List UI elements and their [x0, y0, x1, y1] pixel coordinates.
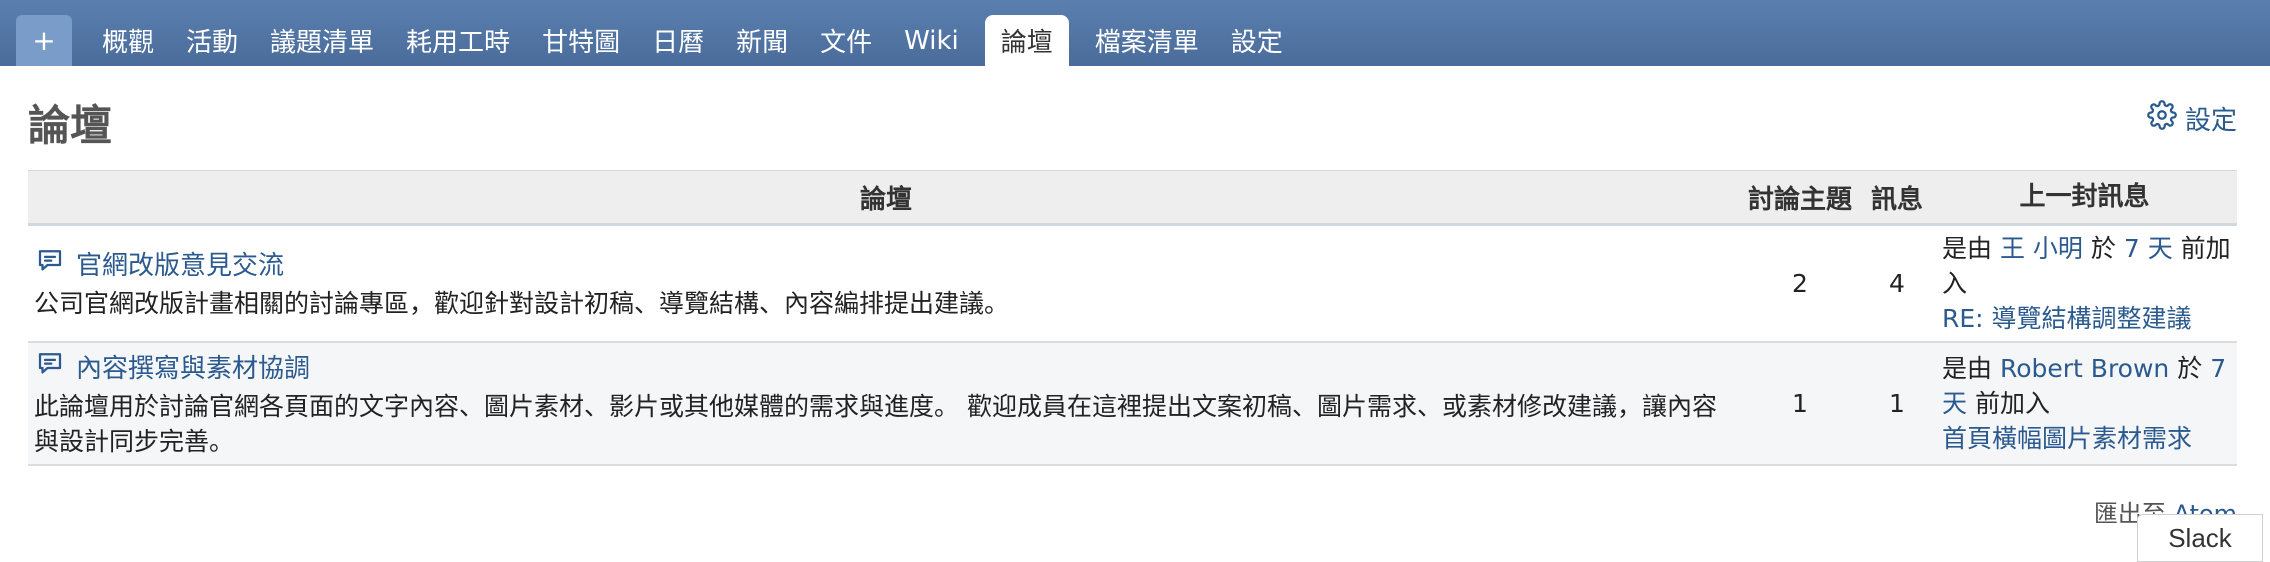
- tab-news[interactable]: 新聞: [720, 15, 804, 66]
- last-message-mid: 於: [2090, 233, 2116, 263]
- last-message-prefix: 是由: [1942, 233, 1993, 263]
- messages-count: 1: [1862, 341, 1932, 466]
- settings-link-label: 設定: [2184, 106, 2237, 136]
- author-link[interactable]: Robert Brown: [2000, 354, 2169, 383]
- project-menu-bar: + 概觀 活動 議題清單 耗用工時 甘特圖 日曆 新聞 文件 Wiki 論壇 檔…: [0, 0, 2270, 66]
- tab-time[interactable]: 耗用工時: [390, 15, 526, 66]
- slack-button[interactable]: Slack: [2137, 514, 2263, 562]
- gear-icon: [2147, 100, 2177, 137]
- forum-link[interactable]: 官網改版意見交流: [34, 245, 1738, 282]
- forum-link[interactable]: 內容撰寫與素材協調: [34, 348, 1738, 385]
- topics-count: 1: [1738, 341, 1862, 466]
- forum-name: 內容撰寫與素材協調: [76, 353, 311, 384]
- table-row: 內容撰寫與素材協調 此論壇用於討論官網各頁面的文字內容、圖片素材、影片或其他媒體…: [28, 341, 2237, 466]
- forum-cell: 官網改版意見交流 公司官網改版計畫相關的討論專區，歡迎針對設計初稿、導覽結構、內…: [28, 224, 1738, 343]
- tab-files[interactable]: 檔案清單: [1079, 15, 1215, 66]
- last-message-suffix: 前加入: [1974, 388, 2050, 418]
- forums-table: 論壇 討論主題 訊息 上一封訊息 官網改版意見交流 公司官網改版計畫相關的討論專…: [28, 170, 2237, 466]
- table-row: 官網改版意見交流 公司官網改版計畫相關的討論專區，歡迎針對設計初稿、導覽結構、內…: [28, 224, 2237, 343]
- last-message-subject-link[interactable]: RE: 導覽結構調整建議: [1942, 301, 2237, 336]
- settings-link[interactable]: 設定: [2147, 100, 2237, 137]
- tab-settings[interactable]: 設定: [1215, 15, 1299, 66]
- forum-cell: 內容撰寫與素材協調 此論壇用於討論官網各頁面的文字內容、圖片素材、影片或其他媒體…: [28, 341, 1738, 466]
- tab-activity[interactable]: 活動: [170, 15, 254, 66]
- time-link[interactable]: 7 天: [2124, 234, 2173, 263]
- page-title: 論壇: [28, 101, 113, 150]
- last-message-cell: 是由 Robert Brown 於 7 天 前加入 首頁橫幅圖片素材需求: [1932, 341, 2237, 466]
- last-message-subject-link[interactable]: 首頁橫幅圖片素材需求: [1942, 421, 2237, 456]
- tab-documents[interactable]: 文件: [804, 15, 888, 66]
- tab-new[interactable]: +: [16, 15, 72, 66]
- forum-name: 官網改版意見交流: [76, 251, 285, 282]
- forum-description: 此論壇用於討論官網各頁面的文字內容、圖片素材、影片或其他媒體的需求與進度。 歡迎…: [34, 391, 1717, 456]
- last-message-cell: 是由 王 小明 於 7 天 前加入 RE: 導覽結構調整建議: [1932, 224, 2237, 343]
- header-messages: 訊息: [1862, 170, 1932, 226]
- tab-forums[interactable]: 論壇: [984, 15, 1069, 66]
- tab-gantt[interactable]: 甘特圖: [526, 15, 636, 66]
- header-topics: 討論主題: [1738, 170, 1862, 226]
- last-message-mid: 於: [2177, 353, 2203, 383]
- forum-description: 公司官網改版計畫相關的討論專區，歡迎針對設計初稿、導覽結構、內容編排提出建議。: [34, 289, 1010, 319]
- table-header-row: 論壇 討論主題 訊息 上一封訊息: [28, 170, 2237, 226]
- tab-wiki[interactable]: Wiki: [888, 15, 975, 66]
- tab-overview[interactable]: 概觀: [86, 15, 170, 66]
- messages-count: 4: [1862, 224, 1932, 343]
- author-link[interactable]: 王 小明: [2000, 234, 2083, 263]
- header-last-message: 上一封訊息: [1932, 170, 2237, 226]
- last-message-prefix: 是由: [1942, 353, 1993, 383]
- tab-calendar[interactable]: 日曆: [636, 15, 720, 66]
- header-forum: 論壇: [28, 170, 1738, 226]
- tab-issues[interactable]: 議題清單: [254, 15, 390, 66]
- comment-icon: [34, 245, 66, 282]
- topics-count: 2: [1738, 224, 1862, 343]
- comment-icon: [34, 348, 66, 385]
- project-tabs: + 概觀 活動 議題清單 耗用工時 甘特圖 日曆 新聞 文件 Wiki 論壇 檔…: [16, 15, 1299, 66]
